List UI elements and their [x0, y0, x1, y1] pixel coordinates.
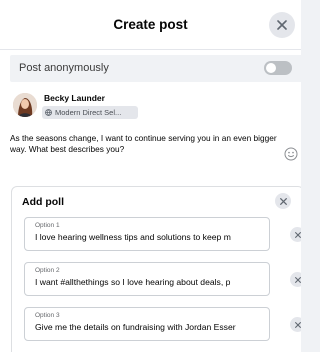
dialog-header: Create post: [0, 0, 301, 50]
author-name: Becky Launder: [44, 93, 105, 103]
poll-option-2-input[interactable]: Option 2 I want #allthethings so I love …: [24, 262, 270, 296]
remove-poll-button[interactable]: [275, 193, 291, 209]
poll-option-3-label: Option 3: [35, 312, 60, 319]
poll-option-3-input[interactable]: Option 3 Give me the details on fundrais…: [24, 307, 270, 341]
remove-option-1-button[interactable]: [290, 227, 301, 242]
post-text-input[interactable]: As the seasons change, I want to continu…: [10, 133, 287, 155]
poll-option-1-label: Option 1: [35, 222, 60, 229]
poll-title: Add poll: [22, 196, 64, 208]
audience-selector[interactable]: Modern Direct Sel...: [42, 106, 138, 119]
create-post-dialog: Create post Post anonymously Becky Laund…: [0, 0, 301, 352]
poll-option-1-input[interactable]: Option 1 I love hearing wellness tips an…: [24, 217, 270, 251]
avatar: [13, 93, 37, 117]
post-anonymously-row: Post anonymously: [10, 55, 301, 82]
remove-option-3-button[interactable]: [290, 317, 301, 332]
post-anonymously-label: Post anonymously: [19, 62, 109, 74]
poll-option-2-value: I want #allthethings so I love hearing a…: [35, 277, 231, 287]
toggle-knob: [266, 63, 276, 73]
emoji-icon[interactable]: [284, 147, 298, 161]
close-icon: [277, 20, 287, 30]
close-icon: [294, 321, 301, 328]
close-button[interactable]: [269, 12, 295, 38]
globe-icon: [45, 109, 52, 116]
close-icon: [294, 231, 301, 238]
poll-card: Add poll Option 1 I love hearing wellnes…: [11, 186, 301, 352]
anonymous-toggle[interactable]: [264, 61, 292, 75]
poll-option-3-value: Give me the details on fundraising with …: [35, 322, 236, 332]
audience-label: Modern Direct Sel...: [55, 108, 122, 117]
remove-option-2-button[interactable]: [290, 272, 301, 287]
close-icon: [279, 197, 287, 205]
poll-option-1-value: I love hearing wellness tips and solutio…: [35, 232, 231, 242]
dialog-title: Create post: [113, 17, 188, 32]
poll-option-2-label: Option 2: [35, 267, 60, 274]
close-icon: [294, 276, 301, 283]
